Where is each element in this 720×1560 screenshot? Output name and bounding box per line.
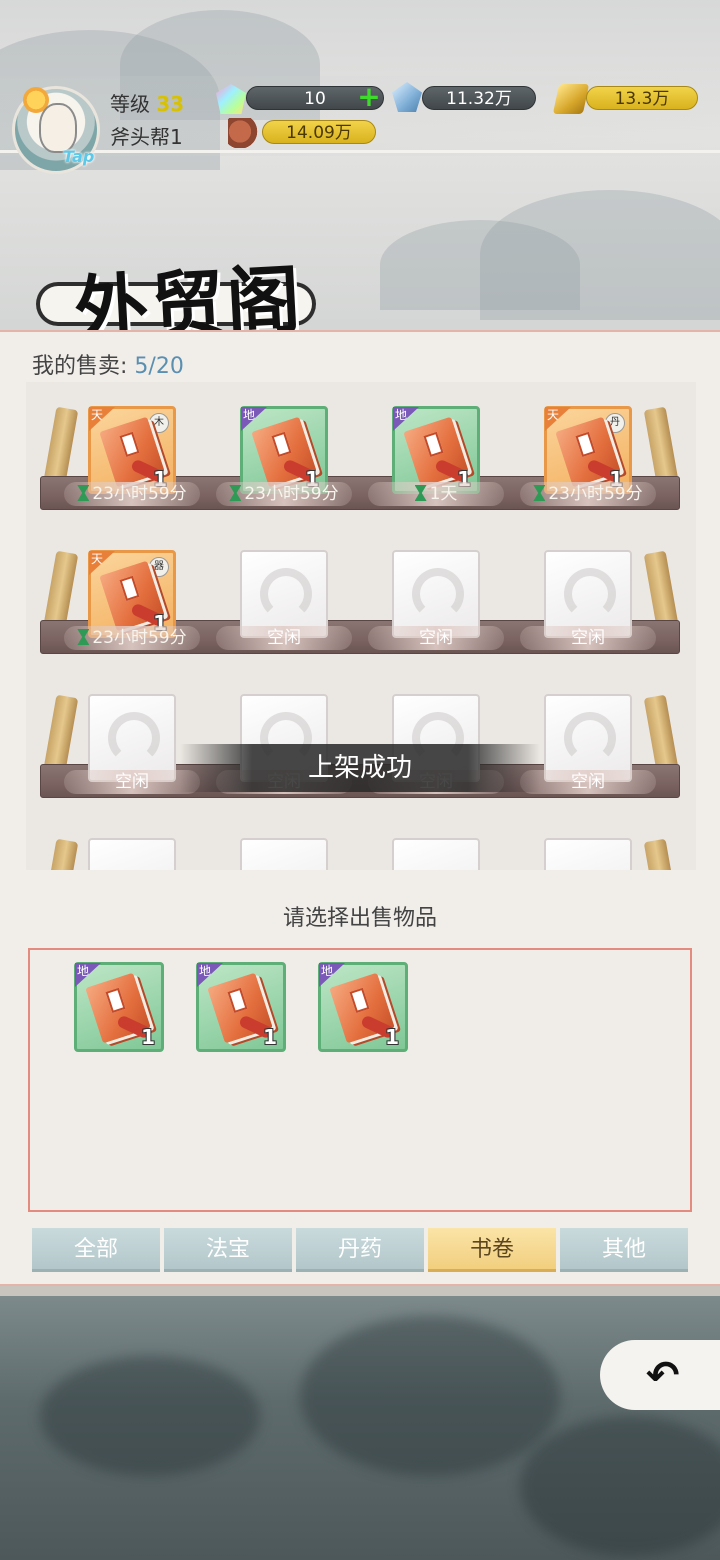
player-avatar[interactable]: Tap <box>12 86 100 174</box>
slot-timer: 1天 <box>368 482 504 506</box>
avatar-portrait <box>39 103 77 153</box>
tab-treasures[interactable]: 法宝 <box>164 1228 292 1272</box>
element-mark: 丹 <box>605 413 625 433</box>
empty-slot[interactable] <box>544 838 632 870</box>
tab-other[interactable]: 其他 <box>560 1228 688 1272</box>
sale-slot[interactable]: 天 丹 1 <box>544 406 632 494</box>
shelf-row: 天 木 1 23小时59分 地 1 23小时59分 地 1 1天 天 丹 1 2… <box>26 386 696 526</box>
my-sales-summary: 我的售卖: 5/20 <box>32 348 184 380</box>
my-sales-label: 我的售卖: <box>32 354 128 379</box>
meat-icon <box>228 118 258 148</box>
shelf-post <box>43 694 79 772</box>
level-display: 等级 33 <box>110 88 184 117</box>
hud-divider <box>0 150 720 153</box>
shelf-post <box>43 550 79 628</box>
slot-timer: 23小时59分 <box>64 482 200 506</box>
item-quantity: 1 <box>141 1025 155 1049</box>
gold-value: 13.3万 <box>614 89 670 109</box>
shelf-post <box>43 406 79 484</box>
empty-slot[interactable] <box>240 550 328 638</box>
empty-slot[interactable] <box>240 838 328 870</box>
guild-name: 斧头帮1 <box>110 125 183 149</box>
sale-slot[interactable]: 地 1 <box>392 406 480 494</box>
gem-value: 10 <box>304 89 326 109</box>
hourglass-icon <box>229 485 242 501</box>
slot-status: 空闲 <box>520 626 656 650</box>
slot-status: 空闲 <box>520 770 656 794</box>
element-mark: 木 <box>149 413 169 433</box>
inventory-item[interactable]: 地 1 <box>318 962 408 1052</box>
empty-slot[interactable] <box>88 838 176 870</box>
toast-message: 上架成功 <box>180 744 540 792</box>
inventory-item[interactable]: 地 1 <box>74 962 164 1052</box>
ink-landscape-background <box>0 1296 720 1560</box>
my-sales-count: 5/20 <box>134 354 184 379</box>
shelf-post <box>43 838 79 870</box>
inventory-item[interactable]: 地 1 <box>196 962 286 1052</box>
hourglass-icon <box>414 485 427 501</box>
level-value: 33 <box>156 92 185 116</box>
empty-slot[interactable] <box>88 694 176 782</box>
element-mark: 器 <box>149 557 169 577</box>
tab-scrolls[interactable]: 书卷 <box>428 1228 556 1272</box>
shelf-row <box>26 818 696 870</box>
sale-slot[interactable]: 地 1 <box>240 406 328 494</box>
slot-timer: 23小时59分 <box>216 482 352 506</box>
empty-slot[interactable] <box>544 550 632 638</box>
category-tabs: 全部 法宝 丹药 书卷 其他 <box>32 1228 692 1272</box>
level-label: 等级 <box>110 92 150 116</box>
tab-pills[interactable]: 丹药 <box>296 1228 424 1272</box>
crystal-value: 11.32万 <box>446 89 512 109</box>
shelf-post <box>643 838 679 870</box>
tap-label: Tap <box>63 147 95 166</box>
hourglass-icon <box>77 485 90 501</box>
empty-slot[interactable] <box>392 550 480 638</box>
placeholder-icon <box>564 568 616 620</box>
add-gems-icon[interactable]: + <box>356 83 382 111</box>
gold-icon <box>552 84 590 114</box>
tab-all[interactable]: 全部 <box>32 1228 160 1272</box>
sale-slot[interactable]: 天 器 1 <box>88 550 176 638</box>
slot-timer: 23小时59分 <box>64 626 200 650</box>
item-quantity: 1 <box>263 1025 277 1049</box>
meat-value: 14.09万 <box>286 123 352 143</box>
sale-shelves: 天 木 1 23小时59分 地 1 23小时59分 地 1 1天 天 丹 1 2… <box>26 382 696 870</box>
crystal-counter: 11.32万 <box>422 86 536 110</box>
empty-slot[interactable] <box>544 694 632 782</box>
shelf-row: 天 器 1 23小时59分 空闲 空闲 空闲 <box>26 530 696 670</box>
placeholder-icon <box>260 568 312 620</box>
placeholder-icon <box>108 712 160 764</box>
shelf-post <box>643 694 679 772</box>
hourglass-icon <box>533 485 546 501</box>
shelf-post <box>643 550 679 628</box>
empty-slot[interactable] <box>392 838 480 870</box>
sale-slot[interactable]: 天 木 1 <box>88 406 176 494</box>
slot-status: 空闲 <box>216 626 352 650</box>
shelf-post <box>643 406 679 484</box>
placeholder-icon <box>564 712 616 764</box>
inventory-panel: 地 1 地 1 地 1 <box>28 948 692 1212</box>
placeholder-icon <box>412 568 464 620</box>
item-quantity: 1 <box>385 1025 399 1049</box>
panel-shadow <box>0 1286 720 1296</box>
slot-timer: 23小时59分 <box>520 482 656 506</box>
back-arrow-icon[interactable]: ↶ <box>646 1354 706 1398</box>
gold-counter: 13.3万 <box>586 86 698 110</box>
hourglass-icon <box>77 629 90 645</box>
slot-status: 空闲 <box>368 626 504 650</box>
select-prompt: 请选择出售物品 <box>282 906 437 931</box>
meat-counter: 14.09万 <box>262 120 376 144</box>
